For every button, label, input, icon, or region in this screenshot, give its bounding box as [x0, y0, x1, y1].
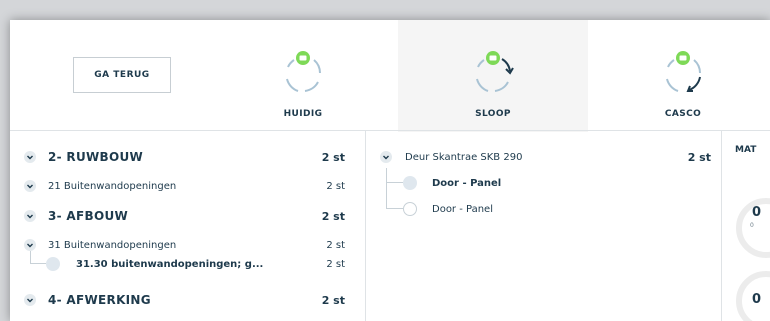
tree-item-qty: 2 st	[326, 180, 345, 192]
tree-node-dot	[403, 202, 417, 216]
middle-qty: 2 st	[687, 150, 711, 164]
tree-item-ruwbouw[interactable]: 2- RUWBOUW 2 st	[10, 142, 365, 172]
phase-sloop[interactable]: SLOOP	[398, 20, 588, 132]
phase-casco[interactable]: CASCO	[588, 20, 770, 132]
tree-item-afbouw[interactable]: 3- AFBOUW 2 st	[10, 201, 365, 231]
middle-item-selected[interactable]: Door - Panel	[403, 171, 703, 195]
tree-item-31-30[interactable]: 31.30 buitenwandopeningen; g... 2 st	[10, 249, 365, 279]
chevron-down-icon[interactable]	[24, 294, 36, 306]
phase-label: HUIDIG	[283, 109, 323, 119]
cycle-icon	[286, 51, 322, 92]
tree-item-qty: 2 st	[321, 293, 345, 307]
middle-item[interactable]: Door - Panel	[403, 197, 703, 221]
tree-item-label: 3- AFBOUW	[48, 209, 129, 223]
tree-item-21[interactable]: 21 Buitenwandopeningen 2 st	[10, 171, 365, 201]
middle-item-label: Door - Panel	[432, 177, 502, 189]
phase-label: CASCO	[664, 109, 702, 119]
chevron-down-icon[interactable]	[24, 210, 36, 222]
divider	[721, 130, 722, 321]
tree-item-label: 21 Buitenwandopeningen	[48, 180, 177, 192]
chevron-down-icon[interactable]	[380, 151, 392, 163]
chevron-down-icon[interactable]	[24, 151, 36, 163]
tree-node-dot	[46, 257, 60, 271]
app-window: GA TERUG HUIDIG SLOOP CASCO 2- RUWBOUW 2…	[10, 20, 770, 321]
middle-item-label: Door - Panel	[432, 203, 493, 215]
middle-title-row[interactable]: Deur Skantrae SKB 290 2 st	[380, 145, 711, 169]
phase-huidig[interactable]: HUIDIG	[208, 20, 398, 132]
phase-header: GA TERUG HUIDIG SLOOP CASCO	[10, 20, 770, 132]
cycle-icon	[666, 51, 702, 92]
tree-item-qty: 2 st	[321, 209, 345, 223]
tree-item-label: 31.30 buitenwandopeningen; g...	[76, 258, 264, 270]
materials-label: MAT	[735, 145, 757, 155]
middle-title: Deur Skantrae SKB 290	[405, 151, 523, 163]
divider	[365, 130, 366, 321]
back-button[interactable]: GA TERUG	[73, 57, 171, 93]
chevron-down-icon[interactable]	[24, 180, 36, 192]
tree-item-label: 4- AFWERKING	[48, 293, 151, 307]
tree-node-dot	[403, 176, 417, 190]
tree-item-label: 2- RUWBOUW	[48, 150, 144, 164]
tree-item-qty: 2 st	[326, 258, 345, 270]
cycle-icon	[476, 51, 514, 92]
tree-item-qty: 2 st	[321, 150, 345, 164]
gauge-subvalue: 0	[750, 222, 754, 229]
gauge-value: 0	[752, 292, 762, 307]
tree-connector	[386, 180, 403, 209]
divider	[10, 130, 770, 131]
gauge-value: 0	[752, 205, 762, 220]
tree-item-afwerking[interactable]: 4- AFWERKING 2 st	[10, 285, 365, 315]
phase-label: SLOOP	[475, 109, 511, 119]
